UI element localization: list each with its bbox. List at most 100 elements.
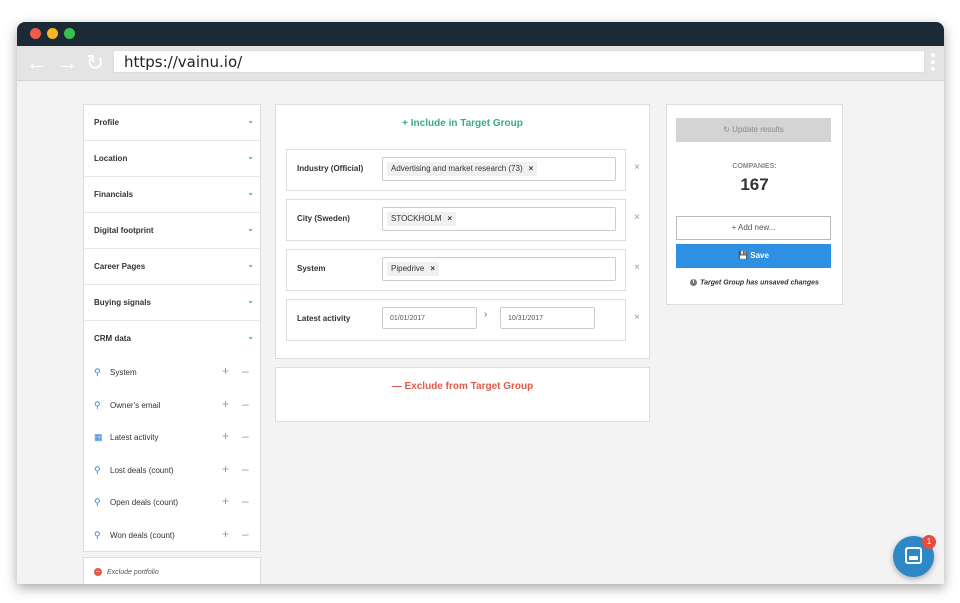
remove-criterion-icon[interactable]: × [634,262,640,273]
chevron-down-icon: ⌄ [247,224,254,233]
crm-item-label: Latest activity [110,433,159,442]
chevron-down-icon: ⌄ [247,296,254,305]
value-chip: Pipedrive × [387,262,440,276]
browser-window: ← → ↻ https://vainu.io/ Profile ⌄ Locati… [17,22,944,584]
include-plus-button[interactable]: + [222,429,229,443]
add-new-label: Add new... [738,223,776,232]
sidebar-section-crm-data[interactable]: CRM data ⌄ [84,321,260,356]
arrow-right-icon[interactable]: → [55,51,79,75]
chevron-right-icon: › [484,309,488,320]
sidebar-section-label: Financials [94,190,134,199]
save-button[interactable]: 💾 Save [676,244,831,268]
chevron-down-icon: ⌄ [247,260,254,269]
exclude-minus-button[interactable]: – [242,527,249,541]
value-chip: STOCKHOLM × [387,212,457,226]
chevron-down-icon: ⌄ [247,116,254,125]
criterion-latest-activity: Latest activity 01/01/2017 › 10/31/2017 … [286,299,640,341]
update-results-label: Update results [732,125,784,134]
sidebar-section-financials[interactable]: Financials ⌄ [84,177,260,213]
date-to-input[interactable]: 10/31/2017 [500,307,595,329]
sidebar-section-label: CRM data [94,334,131,343]
include-plus-button[interactable]: + [222,397,229,411]
chevron-down-icon: ⌄ [247,188,254,197]
remove-criterion-icon[interactable]: × [634,212,640,223]
exclude-portfolio-toggle[interactable]: – Exclude portfolio [83,557,261,584]
include-heading-text: Include in Target Group [410,118,523,129]
search-icon: ⚲ [94,399,101,410]
include-heading: + Include in Target Group [276,118,649,129]
unsaved-text: Target Group has unsaved changes [700,279,819,287]
minimize-window-button[interactable] [47,28,58,39]
sidebar-section-digital-footprint[interactable]: Digital footprint ⌄ [84,213,260,249]
remove-criterion-icon[interactable]: × [634,312,640,323]
crm-item-label: Open deals (count) [110,498,179,507]
companies-count: 167 [740,175,769,194]
criterion-industry: Industry (Official) Advertising and mark… [286,149,640,191]
crm-item-system: ⚲ System + – [84,356,260,389]
title-bar [17,22,944,46]
sidebar-section-label: Digital footprint [94,226,154,235]
maximize-window-button[interactable] [64,28,75,39]
chat-notification-badge: 1 [922,535,936,549]
sidebar-section-label: Career Pages [94,262,146,271]
exclude-panel[interactable]: — Exclude from Target Group [275,367,650,422]
update-results-button[interactable]: ↻ Update results [676,118,831,142]
sidebar-section-profile[interactable]: Profile ⌄ [84,105,260,141]
include-plus-button[interactable]: + [222,494,229,508]
minus-circle-icon: – [94,568,102,576]
chevron-down-icon: ⌄ [247,332,254,341]
close-window-button[interactable] [30,28,41,39]
chevron-down-icon: ⌄ [247,152,254,161]
criterion-system: System Pipedrive × × [286,249,640,291]
arrow-left-icon[interactable]: ← [25,51,49,75]
results-panel: ↻ Update results COMPANIES: 167 + Add ne… [666,104,843,305]
criterion-label: City (Sweden) [297,214,350,223]
crm-item-owners-email: ⚲ Owner's email + – [84,389,260,422]
include-plus-button[interactable]: + [222,364,229,378]
sidebar-section-buying-signals[interactable]: Buying signals ⌄ [84,285,260,321]
chip-label: STOCKHOLM [391,214,442,223]
crm-item-open-deals: ⚲ Open deals (count) + – [84,486,260,519]
crm-item-won-deals: ⚲ Won deals (count) + – [84,519,260,552]
crm-item-label: Owner's email [110,400,161,410]
sidebar-section-label: Buying signals [94,298,151,307]
criterion-value-field[interactable]: STOCKHOLM × [382,207,616,231]
exclude-minus-button[interactable]: – [242,364,249,378]
exclude-minus-button[interactable]: – [242,429,249,443]
chip-remove-icon[interactable]: × [448,214,453,223]
filter-sidebar: Profile ⌄ Location ⌄ Financials ⌄ Digita… [83,104,261,552]
criterion-label: System [297,264,326,273]
criterion-value-field[interactable]: Pipedrive × [382,257,616,281]
chip-remove-icon[interactable]: × [529,164,534,173]
date-from-input[interactable]: 01/01/2017 [382,307,477,329]
refresh-icon: ↻ [723,125,730,134]
info-icon: i [690,279,698,286]
unsaved-changes-notice: i Target Group has unsaved changes [667,279,842,286]
minus-icon: — [391,381,402,392]
include-plus-button[interactable]: + [222,462,229,476]
chat-icon [905,547,922,564]
exclude-minus-button[interactable]: – [242,397,249,411]
crm-item-lost-deals: ⚲ Lost deals (count) + – [84,454,260,487]
add-new-button[interactable]: + Add new... [676,216,831,240]
crm-item-label: Lost deals (count) [110,465,174,475]
exclude-portfolio-label: Exclude portfolio [107,569,159,576]
sidebar-section-career-pages[interactable]: Career Pages ⌄ [84,249,260,285]
search-icon: ⚲ [94,367,101,377]
value-chip: Advertising and market research (73) × [387,162,538,176]
sidebar-section-location[interactable]: Location ⌄ [84,141,260,177]
page-content: Profile ⌄ Location ⌄ Financials ⌄ Digita… [17,81,944,584]
chip-label: Advertising and market research (73) [391,164,523,173]
chip-remove-icon[interactable]: × [430,264,435,273]
browser-menu-icon[interactable] [931,53,936,73]
search-icon: ⚲ [94,529,101,540]
remove-criterion-icon[interactable]: × [634,162,640,173]
crm-item-label: System [110,368,137,377]
reload-icon[interactable]: ↻ [83,51,107,75]
include-plus-button[interactable]: + [222,527,229,541]
url-bar[interactable]: https://vainu.io/ [113,50,925,73]
exclude-minus-button[interactable]: – [242,462,249,476]
criterion-value-field[interactable]: Advertising and market research (73) × [382,157,616,181]
exclude-minus-button[interactable]: – [242,494,249,508]
include-panel: + Include in Target Group Industry (Offi… [275,104,650,359]
